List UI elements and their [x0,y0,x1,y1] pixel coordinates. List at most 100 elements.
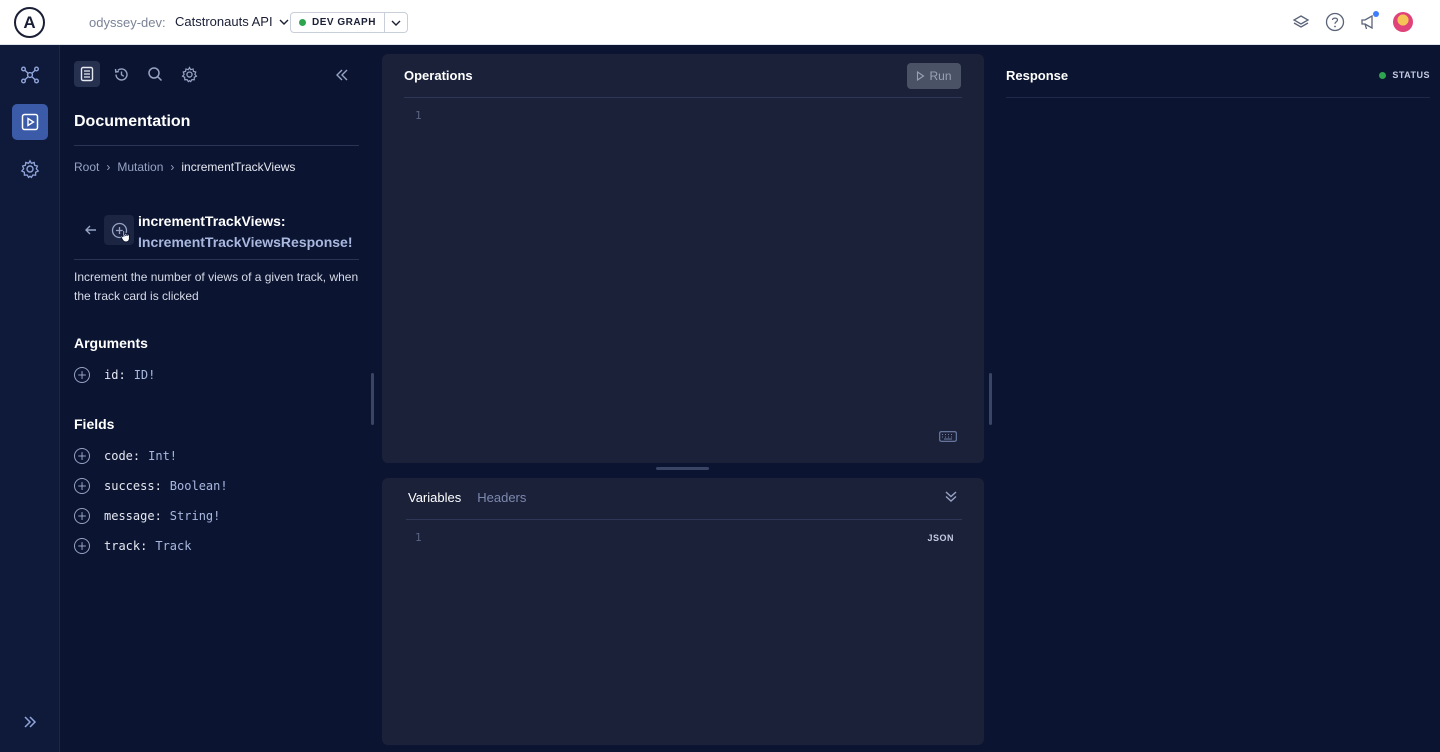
field-type[interactable]: Boolean! [170,479,228,493]
play-square-icon [21,113,39,131]
argument-type[interactable]: ID! [134,368,156,382]
back-button[interactable] [80,219,102,241]
plus-circle-icon[interactable]: + [74,478,90,494]
double-chevron-down-icon [945,491,957,502]
operations-panel: Operations Run 1 [382,54,984,463]
response-resize-handle[interactable] [989,373,992,425]
history-icon [114,67,128,81]
cursor-hand-icon [120,229,130,243]
documentation-tab[interactable] [74,61,100,87]
notification-dot [1373,11,1379,17]
top-icons [1290,11,1414,33]
explorer-nav-button[interactable] [12,104,48,140]
field-row[interactable]: + success: Boolean! [74,478,228,494]
documentation-panel: Documentation Root › Mutation › incremen… [60,45,374,752]
field-description: Increment the number of views of a given… [74,270,359,303]
operation-editor[interactable] [432,106,962,436]
field-header: incrementTrackViews: IncrementTrackViews… [80,211,353,253]
announcements-icon[interactable] [1358,11,1380,33]
field-type[interactable]: Int! [148,449,177,463]
breadcrumb-separator-icon: › [170,160,175,174]
chevron-down-icon [391,20,401,26]
breadcrumb-separator-icon: › [106,160,111,174]
fields-heading: Fields [74,416,115,432]
history-tab[interactable] [108,61,134,87]
collapse-docs-button[interactable] [330,63,354,87]
plus-circle-icon[interactable]: + [74,508,90,524]
operations-title: Operations [404,68,473,83]
variables-editor[interactable] [432,528,912,728]
graph-icon [21,66,39,84]
editor-split-handle[interactable] [656,467,709,470]
status-indicator: STATUS [1379,70,1430,80]
play-icon [917,71,925,81]
arguments-heading: Arguments [74,335,148,351]
avatar[interactable] [1392,11,1414,33]
argument-row[interactable]: + id: ID! [74,367,155,383]
docs-toolbar [74,61,202,87]
search-tab[interactable] [142,61,168,87]
expand-nav-button[interactable] [12,704,48,740]
field-type[interactable]: Track [155,539,191,553]
help-icon[interactable] [1324,11,1346,33]
plus-circle-icon[interactable]: + [74,538,90,554]
settings-nav-button[interactable] [12,151,48,187]
field-row[interactable]: + track: Track [74,538,191,554]
line-number: 1 [415,109,422,122]
docs-resize-handle[interactable] [371,373,374,425]
json-format-label: JSON [927,533,954,543]
keyboard-shortcuts-button[interactable] [939,429,957,447]
divider [74,259,359,260]
variables-tabs: Variables Headers [408,490,526,505]
argument-name: id: [104,368,126,382]
learn-icon[interactable] [1290,11,1312,33]
arrow-left-icon [85,225,96,235]
tab-variables[interactable]: Variables [408,490,461,505]
breadcrumb: Root › Mutation › incrementTrackViews [74,160,295,174]
user-avatar-icon [1393,12,1413,32]
graph-selector[interactable]: Catstronauts API [175,14,289,29]
field-type[interactable]: String! [170,509,221,523]
collapse-variables-button[interactable] [944,489,958,508]
run-button[interactable]: Run [907,63,961,89]
add-field-button[interactable] [104,215,134,245]
apollo-logo[interactable]: A [14,7,45,38]
double-chevron-right-icon [24,716,37,728]
status-dot [1379,71,1387,79]
divider [74,145,359,146]
graph-name: Catstronauts API [175,14,273,29]
run-label: Run [929,69,952,83]
top-bar: A odyssey-dev: Catstronauts API DEV GRAP… [0,0,1440,45]
breadcrumb-mutation[interactable]: Mutation [117,160,163,174]
variables-panel: Variables Headers 1 JSON [382,478,984,745]
gear-icon [181,65,197,83]
schema-nav-button[interactable] [12,57,48,93]
divider [406,519,962,520]
field-row[interactable]: + code: Int! [74,448,177,464]
document-icon [80,66,94,82]
breadcrumb-current: incrementTrackViews [181,160,296,174]
double-chevron-left-icon [336,69,348,81]
field-return-type[interactable]: IncrementTrackViewsResponse! [138,232,353,253]
plus-circle-icon[interactable]: + [74,448,90,464]
field-name: success: [104,479,162,493]
field-name: track: [104,539,148,553]
left-nav-rail [0,45,60,752]
variant-selector[interactable]: DEV GRAPH [290,12,408,33]
variant-dropdown-button[interactable] [385,18,407,28]
tab-headers[interactable]: Headers [477,490,526,505]
breadcrumb-root[interactable]: Root [74,160,99,174]
gear-icon [20,159,40,179]
field-name: code: [104,449,141,463]
plus-circle-icon[interactable]: + [74,367,90,383]
field-name: message: [104,509,162,523]
keyboard-icon [939,431,957,442]
field-signature: incrementTrackViews: IncrementTrackViews… [138,211,353,253]
chevron-down-icon [279,19,289,25]
search-icon [148,67,163,82]
variant-name: DEV GRAPH [312,17,376,28]
variant-status-dot [299,19,306,26]
field-name: incrementTrackViews: [138,213,286,229]
field-row[interactable]: + message: String! [74,508,220,524]
settings-tab[interactable] [176,61,202,87]
